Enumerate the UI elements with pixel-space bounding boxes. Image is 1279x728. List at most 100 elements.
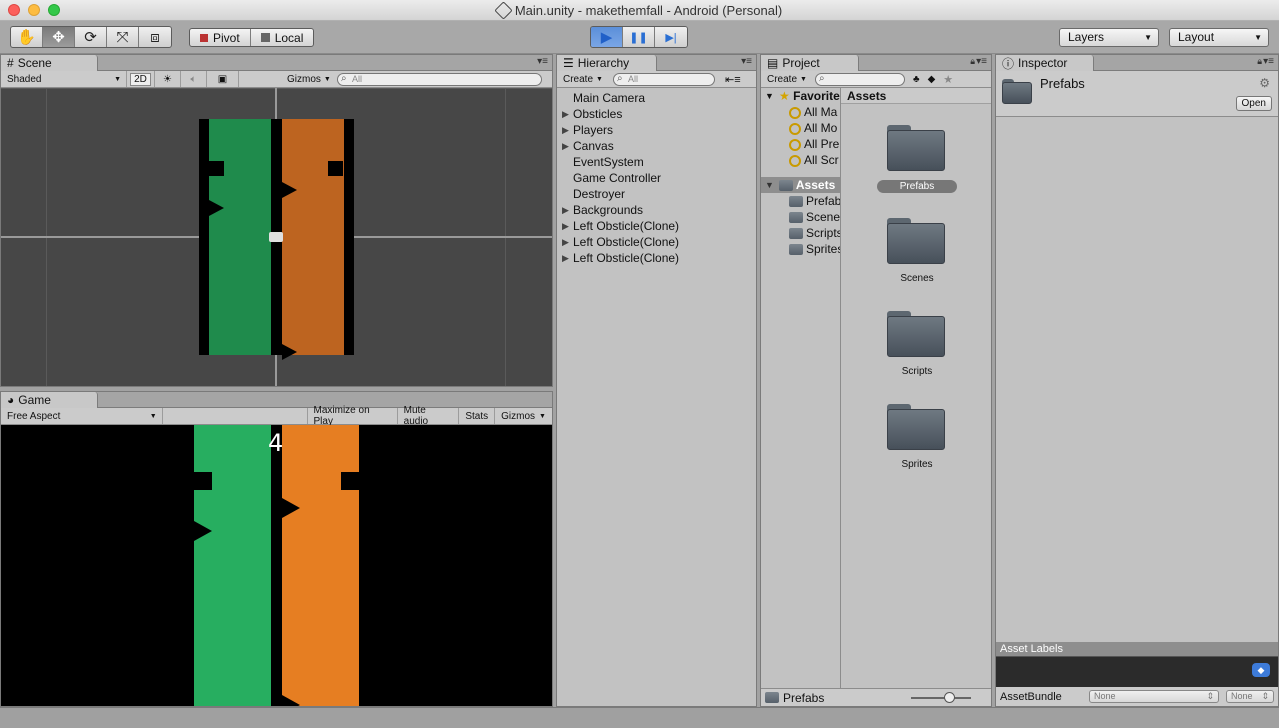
hierarchy-item[interactable]: Game Controller [557,170,756,186]
favorites-row[interactable]: ▼ ★ Favorites [761,88,840,104]
lock-icon[interactable]: 🔒︎ [1257,56,1262,67]
game-gizmos-dropdown[interactable]: Gizmos ▼ [495,408,552,424]
score-text: 4 [268,429,284,457]
panel-menu-icon[interactable]: ▾≡ [741,56,752,67]
obstacle-block[interactable] [209,161,224,176]
hierarchy-item[interactable]: ▶ Players [557,122,756,138]
hierarchy-item[interactable]: ▶ Obsticles [557,106,756,122]
local-button[interactable]: Local [251,29,314,46]
favorites-item[interactable]: All Pre [761,136,840,152]
mute-audio-toggle[interactable]: Mute audio [398,405,460,427]
hierarchy-item[interactable]: Destroyer [557,186,756,202]
tag-icon[interactable]: ◆ [928,74,936,85]
project-create-dropdown[interactable]: Create ▼ [761,71,815,87]
toggle-2d-button[interactable]: 2D [127,71,155,87]
hierarchy-item[interactable]: ▶ Left Obsticle(Clone) [557,250,756,266]
panel-menu-icon[interactable]: ▾≡ [976,56,987,67]
asset-grid-item[interactable]: Scripts [841,293,991,377]
aspect-dropdown[interactable]: Free Aspect ▼ [1,408,163,424]
settings-gear-icon[interactable]: ⚙ [1259,76,1270,90]
asset-folder-item[interactable]: Sprites [761,241,840,257]
audio-toggle[interactable]: 🔈︎ [181,71,207,87]
hierarchy-item[interactable]: EventSystem [557,154,756,170]
filter-type-icon[interactable]: ♣ [913,74,920,85]
favorites-item[interactable]: All Scr [761,152,840,168]
sort-icon[interactable]: ⇤≡ [725,73,741,86]
expand-arrow-icon[interactable]: ▼ [765,177,774,193]
hierarchy-item[interactable]: ▶ Left Obsticle(Clone) [557,234,756,250]
expand-arrow-icon[interactable]: ▶ [562,250,569,266]
expand-arrow-icon[interactable]: ▶ [562,106,569,122]
tab-game[interactable]: ◕ Game [1,392,98,408]
expand-arrow-icon[interactable]: ▶ [562,218,569,234]
panel-menu-icon[interactable]: ▾≡ [537,56,548,67]
gizmos-dropdown[interactable]: Gizmos ▼ [281,71,337,87]
favorites-label: Favorites [793,89,840,103]
star-icon[interactable]: ★ [943,73,953,86]
asset-folder-item[interactable]: Prefab [761,193,840,209]
icon-size-slider-track[interactable] [911,697,971,699]
hierarchy-item[interactable]: Main Camera [557,90,756,106]
hierarchy-item[interactable]: ▶ Left Obsticle(Clone) [557,218,756,234]
asset-folder-item[interactable]: Scripts [761,225,840,241]
tab-project[interactable]: ▤ Project [761,55,859,71]
obstacle-block[interactable] [328,161,343,176]
open-button[interactable]: Open [1235,96,1272,111]
tab-scene[interactable]: # Scene [1,55,98,71]
game-viewport[interactable]: 4 [1,425,552,706]
hierarchy-search-input[interactable]: All [613,72,715,86]
rotate-tool-button[interactable]: ⟳ [75,27,107,47]
stats-toggle[interactable]: Stats [459,408,496,424]
project-search-input[interactable] [815,72,905,86]
orange-player-sprite[interactable] [282,119,344,355]
layout-dropdown[interactable]: Layout ▼ [1169,28,1269,47]
hierarchy-item[interactable]: ▶ Backgrounds [557,202,756,218]
game-tabbar: ◕ Game [1,392,552,408]
assetbundle-dropdown[interactable]: None ⇕ [1089,690,1219,703]
hierarchy-create-dropdown[interactable]: Create ▼ [557,71,613,87]
hierarchy-item[interactable]: ▶ Canvas [557,138,756,154]
tab-hierarchy[interactable]: ☰ Hierarchy [557,55,657,71]
game-controlbar: Free Aspect ▼ Maximize on Play Mute audi… [1,405,552,427]
icon-size-slider-handle[interactable] [944,692,955,703]
asset-grid-item[interactable]: Sprites [841,386,991,470]
lock-icon[interactable]: 🔒︎ [970,56,975,67]
asset-grid-item[interactable]: Scenes [841,200,991,284]
inspector-tabbar: ⓘ Inspector 🔒︎ ▾≡ [996,55,1278,71]
scene-search-input[interactable]: All [337,72,542,86]
effects-toggle[interactable]: ▣ [207,71,239,87]
maximize-on-play-toggle[interactable]: Maximize on Play [308,405,398,427]
close-window-button[interactable] [8,4,20,16]
expand-arrow-icon[interactable]: ▶ [562,234,569,250]
assetbundle-variant-dropdown[interactable]: None ⇕ [1226,690,1274,703]
rect-tool-button[interactable]: ⧈ [139,27,171,47]
assets-row[interactable]: ▼ Assets [761,177,840,193]
move-tool-button[interactable]: ✥ [43,27,75,47]
minimize-window-button[interactable] [28,4,40,16]
tab-inspector[interactable]: ⓘ Inspector [996,55,1094,71]
pivot-button[interactable]: Pivot [190,29,251,46]
lighting-toggle[interactable]: ☀ [155,71,181,87]
step-button[interactable]: ▶| [655,27,687,47]
expand-arrow-icon[interactable]: ▶ [562,122,569,138]
green-player-sprite[interactable] [209,119,271,355]
hand-tool-button[interactable]: ✋ [11,27,43,47]
scale-tool-button[interactable]: ⤧ [107,27,139,47]
scene-viewport[interactable] [1,88,552,386]
game-tab-label: Game [18,393,51,407]
expand-arrow-icon[interactable]: ▶ [562,202,569,218]
layers-dropdown[interactable]: Layers ▼ [1059,28,1159,47]
pause-button[interactable]: ❚❚ [623,27,655,47]
label-tag-icon[interactable]: ◆ [1252,663,1270,677]
favorites-item[interactable]: All Mo [761,120,840,136]
asset-grid-item[interactable]: Prefabs [841,107,991,193]
expand-arrow-icon[interactable]: ▶ [562,138,569,154]
play-button[interactable]: ▶ [591,27,623,47]
zoom-window-button[interactable] [48,4,60,16]
shading-mode-dropdown[interactable]: Shaded ▼ [1,71,127,87]
camera-gizmo-icon[interactable] [269,232,283,242]
asset-folder-item[interactable]: Scenes [761,209,840,225]
favorites-item[interactable]: All Ma [761,104,840,120]
expand-arrow-icon[interactable]: ▼ [765,88,774,104]
panel-menu-icon[interactable]: ▾≡ [1263,56,1274,67]
